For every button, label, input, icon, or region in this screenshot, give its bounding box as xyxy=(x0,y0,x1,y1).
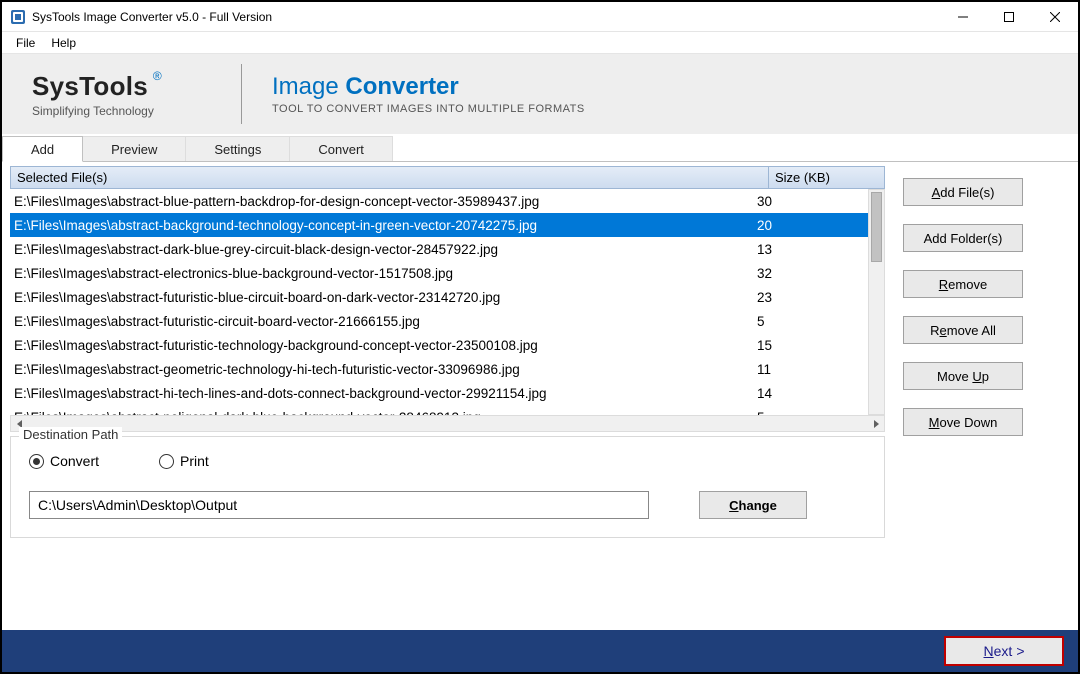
brand-header: SysTools ® Simplifying Technology Image … xyxy=(2,54,1078,134)
destination-path-input[interactable]: C:\Users\Admin\Desktop\Output xyxy=(29,491,649,519)
file-path: E:\Files\Images\abstract-background-tech… xyxy=(10,218,753,233)
menubar: File Help xyxy=(2,32,1078,54)
file-row[interactable]: E:\Files\Images\abstract-background-tech… xyxy=(10,213,868,237)
change-rest: hange xyxy=(739,498,777,513)
file-size: 14 xyxy=(753,386,868,401)
file-size: 5 xyxy=(753,410,868,416)
radio-print-label: Print xyxy=(180,453,209,469)
change-key: C xyxy=(729,498,738,513)
change-button[interactable]: Change xyxy=(699,491,807,519)
tab-convert[interactable]: Convert xyxy=(290,136,393,162)
file-path: E:\Files\Images\abstract-poligonal-dark-… xyxy=(10,410,753,416)
brand-name-text: SysTools xyxy=(32,71,148,101)
window-title: SysTools Image Converter v5.0 - Full Ver… xyxy=(32,10,272,24)
destination-path-value: C:\Users\Admin\Desktop\Output xyxy=(38,497,237,513)
brand-title-bold: Converter xyxy=(345,73,458,100)
menu-help[interactable]: Help xyxy=(43,34,84,52)
tab-add[interactable]: Add xyxy=(2,136,83,162)
next-button[interactable]: Next > xyxy=(944,636,1064,666)
radio-print[interactable]: Print xyxy=(159,453,209,469)
file-list-header: Selected File(s) Size (KB) xyxy=(10,166,885,189)
col-size[interactable]: Size (KB) xyxy=(769,167,884,188)
file-size: 30 xyxy=(753,194,868,209)
file-path: E:\Files\Images\abstract-electronics-blu… xyxy=(10,266,753,281)
side-panel: Add File(s) Add Folder(s) Remove Remove … xyxy=(885,166,1070,626)
minimize-button[interactable] xyxy=(940,2,986,32)
file-path: E:\Files\Images\abstract-blue-pattern-ba… xyxy=(10,194,753,209)
next-arrow-icon: > xyxy=(1016,643,1024,659)
brand-title-light: Image xyxy=(272,73,345,100)
file-path: E:\Files\Images\abstract-hi-tech-lines-a… xyxy=(10,386,753,401)
tab-preview[interactable]: Preview xyxy=(83,136,186,162)
titlebar: SysTools Image Converter v5.0 - Full Ver… xyxy=(2,2,1078,32)
close-button[interactable] xyxy=(1032,2,1078,32)
file-row[interactable]: E:\Files\Images\abstract-blue-pattern-ba… xyxy=(10,189,868,213)
file-size: 13 xyxy=(753,242,868,257)
tab-settings[interactable]: Settings xyxy=(186,136,290,162)
radio-convert[interactable]: Convert xyxy=(29,453,99,469)
file-row[interactable]: E:\Files\Images\abstract-hi-tech-lines-a… xyxy=(10,381,868,405)
file-row[interactable]: E:\Files\Images\abstract-electronics-blu… xyxy=(10,261,868,285)
brand-right: Image Converter TOOL TO CONVERT IMAGES I… xyxy=(242,73,585,115)
menu-file[interactable]: File xyxy=(8,34,43,52)
scrollbar-vertical[interactable] xyxy=(868,189,885,415)
maximize-button[interactable] xyxy=(986,2,1032,32)
file-row[interactable]: E:\Files\Images\abstract-futuristic-blue… xyxy=(10,285,868,309)
file-size: 32 xyxy=(753,266,868,281)
file-size: 11 xyxy=(753,362,868,377)
file-path: E:\Files\Images\abstract-futuristic-circ… xyxy=(10,314,753,329)
add-files-button[interactable]: Add File(s) xyxy=(903,178,1023,206)
brand-left: SysTools ® Simplifying Technology xyxy=(32,64,242,124)
move-up-button[interactable]: Move Up xyxy=(903,362,1023,390)
file-size: 15 xyxy=(753,338,868,353)
file-size: 23 xyxy=(753,290,868,305)
brand-registered: ® xyxy=(153,69,162,83)
tabs: Add Preview Settings Convert xyxy=(2,134,1078,162)
remove-all-button[interactable]: Remove All xyxy=(903,316,1023,344)
file-path: E:\Files\Images\abstract-futuristic-tech… xyxy=(10,338,753,353)
brand-title: Image Converter xyxy=(272,73,585,101)
file-path: E:\Files\Images\abstract-geometric-techn… xyxy=(10,362,753,377)
brand-subtitle: TOOL TO CONVERT IMAGES INTO MULTIPLE FOR… xyxy=(272,103,585,115)
file-row[interactable]: E:\Files\Images\abstract-futuristic-tech… xyxy=(10,333,868,357)
footer-bar: Next > xyxy=(2,630,1078,672)
destination-legend: Destination Path xyxy=(19,427,122,442)
file-path: E:\Files\Images\abstract-dark-blue-grey-… xyxy=(10,242,753,257)
scroll-right-icon[interactable] xyxy=(867,416,884,431)
destination-group: Destination Path Convert Print C:\Users\… xyxy=(10,436,885,538)
file-row[interactable]: E:\Files\Images\abstract-dark-blue-grey-… xyxy=(10,237,868,261)
scrollbar-horizontal[interactable] xyxy=(10,415,885,432)
file-path: E:\Files\Images\abstract-futuristic-blue… xyxy=(10,290,753,305)
move-down-button[interactable]: Move Down xyxy=(903,408,1023,436)
radio-convert-label: Convert xyxy=(50,453,99,469)
add-folders-button[interactable]: Add Folder(s) xyxy=(903,224,1023,252)
remove-button[interactable]: Remove xyxy=(903,270,1023,298)
file-row[interactable]: E:\Files\Images\abstract-futuristic-circ… xyxy=(10,309,868,333)
file-list: Selected File(s) Size (KB) E:\Files\Imag… xyxy=(10,166,885,432)
file-size: 20 xyxy=(753,218,868,233)
next-key: N xyxy=(984,643,994,659)
brand-name: SysTools ® xyxy=(32,71,148,102)
file-size: 5 xyxy=(753,314,868,329)
brand-tagline: Simplifying Technology xyxy=(32,104,154,118)
radio-dot-icon xyxy=(159,454,174,469)
next-rest: ext xyxy=(994,643,1013,659)
file-row[interactable]: E:\Files\Images\abstract-geometric-techn… xyxy=(10,357,868,381)
file-row[interactable]: E:\Files\Images\abstract-poligonal-dark-… xyxy=(10,405,868,415)
app-icon xyxy=(10,9,26,25)
radio-dot-selected-icon xyxy=(29,454,44,469)
col-selected-files[interactable]: Selected File(s) xyxy=(11,167,769,188)
